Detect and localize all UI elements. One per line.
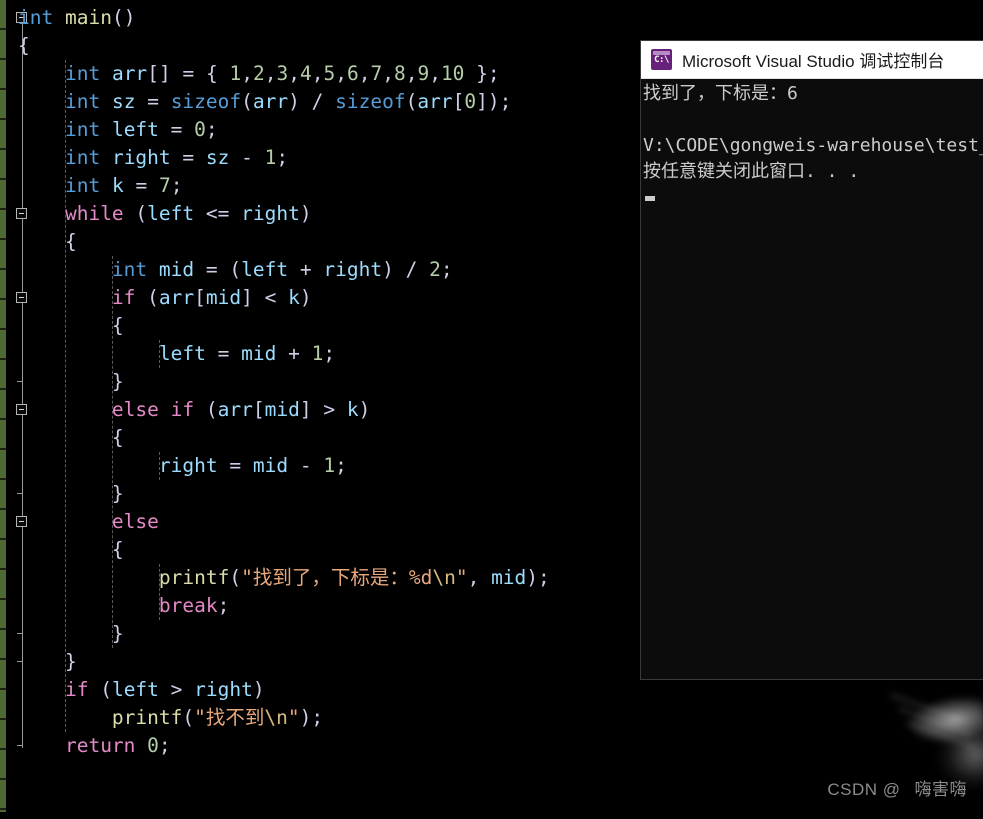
console-app-icon: C:\ (651, 49, 672, 70)
console-cursor (645, 195, 655, 201)
console-window[interactable]: C:\ Microsoft Visual Studio 调试控制台 找到了，下标… (640, 40, 983, 680)
code-line[interactable]: } (18, 480, 550, 508)
indent-guide (158, 340, 160, 368)
code-line[interactable]: } (18, 620, 550, 648)
code-text[interactable]: int main(){ int arr[] = { 1,2,3,4,5,6,7,… (18, 4, 550, 760)
watermark-handle: 嗨害嗨 (914, 780, 967, 799)
code-line[interactable]: while (left <= right) (18, 200, 550, 228)
indent-guide (111, 256, 113, 648)
indent-guide (158, 452, 160, 480)
code-line[interactable]: break; (18, 592, 550, 620)
code-line[interactable]: } (18, 648, 550, 676)
console-output: 找到了，下标是：6 V:\CODE\gongweis-warehouse\tes… (641, 79, 983, 211)
code-line[interactable]: printf("找到了，下标是：%d\n", mid); (18, 564, 550, 592)
indent-guide (64, 60, 66, 732)
console-title: Microsoft Visual Studio 调试控制台 (682, 52, 945, 71)
code-line[interactable]: { (18, 228, 550, 256)
code-line[interactable]: left = mid + 1; (18, 340, 550, 368)
code-line[interactable]: right = mid - 1; (18, 452, 550, 480)
code-line[interactable]: if (left > right) (18, 676, 550, 704)
indent-guide (158, 564, 160, 620)
code-line[interactable]: else (18, 508, 550, 536)
console-icon-glyph: C:\ (654, 54, 669, 65)
code-line[interactable]: int right = sz - 1; (18, 144, 550, 172)
code-line[interactable]: int left = 0; (18, 116, 550, 144)
code-line[interactable]: { (18, 32, 550, 60)
console-cursor-line (643, 185, 983, 211)
watermark: CSDN @ 嗨害嗨 (827, 775, 967, 800)
code-line[interactable]: { (18, 536, 550, 564)
console-line: 按任意键关闭此窗口. . . (643, 161, 860, 182)
code-line[interactable]: int arr[] = { 1,2,3,4,5,6,7,8,9,10 }; (18, 60, 550, 88)
watermark-prefix: CSDN @ (827, 780, 901, 799)
code-line[interactable]: int sz = sizeof(arr) / sizeof(arr[0]); (18, 88, 550, 116)
console-titlebar[interactable]: C:\ Microsoft Visual Studio 调试控制台 (641, 41, 983, 79)
code-line[interactable]: { (18, 312, 550, 340)
code-line[interactable]: int mid = (left + right) / 2; (18, 256, 550, 284)
code-line[interactable]: } (18, 368, 550, 396)
console-line: 找到了，下标是：6 (643, 83, 798, 104)
code-line[interactable]: { (18, 424, 550, 452)
code-line[interactable]: else if (arr[mid] > k) (18, 396, 550, 424)
code-line[interactable]: int main() (18, 4, 550, 32)
code-line[interactable]: if (arr[mid] < k) (18, 284, 550, 312)
code-line[interactable]: int k = 7; (18, 172, 550, 200)
code-line[interactable]: return 0; (18, 732, 550, 760)
console-line: V:\CODE\gongweis-warehouse\test_1_ (643, 135, 983, 156)
code-line[interactable]: printf("找不到\n"); (18, 704, 550, 732)
